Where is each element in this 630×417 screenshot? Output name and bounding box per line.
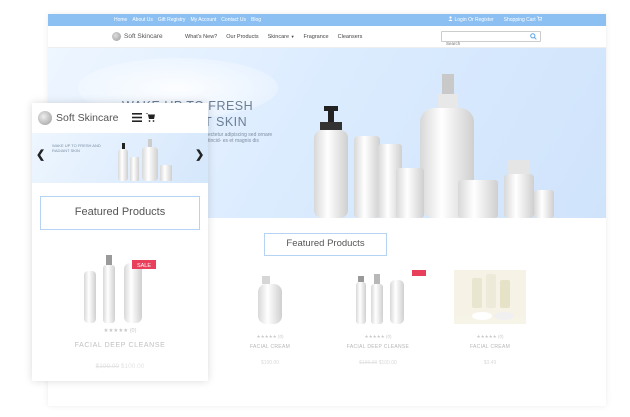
product-card[interactable]: ★★★★★ (0) FACIAL CREAM $100.00 [222, 270, 318, 366]
hamburger-menu-icon[interactable] [132, 113, 142, 122]
chevron-right-icon[interactable]: ❯ [195, 149, 204, 161]
brand-name: Soft Skincare [124, 33, 163, 40]
product-name[interactable]: FACIAL DEEP CLEANSE [330, 344, 426, 350]
featured-products-title: Featured Products [286, 238, 365, 249]
mobile-header: Soft Skincare [32, 103, 208, 133]
top-right-links: Login Or Register Shopping Cart [448, 16, 542, 24]
product-price: $199.00 $100.00 [330, 360, 426, 366]
cart-icon[interactable] [145, 112, 156, 122]
product-old-price: $199.00 [359, 360, 378, 366]
login-link[interactable]: Login Or Register [448, 16, 494, 24]
mobile-featured-products-heading: Featured Products [40, 196, 200, 230]
top-link-gift-registry[interactable]: Gift Registry [158, 16, 186, 24]
rating-count: (0) [497, 334, 504, 339]
mobile-product-rating: ★★★★★ (0) [32, 328, 208, 334]
mobile-product-name[interactable]: FACIAL DEEP CLEANSE [32, 342, 208, 349]
mobile-brand-logo[interactable]: Soft Skincare [38, 111, 118, 125]
nav-item-fragrance[interactable]: Fragrance [304, 34, 329, 40]
mobile-hero-text: WAKE UP TO FRESH AND RADIANT SKIN [52, 143, 101, 153]
nav-menu: What's New? Our Products Skincare ▼ Frag… [185, 34, 362, 40]
mobile-brand-name: Soft Skincare [56, 112, 119, 124]
star-rating-icon: ★★★★★ [256, 334, 277, 339]
cart-icon [537, 16, 542, 21]
product-rating: ★★★★★ (0) [442, 334, 538, 340]
user-icon [448, 16, 453, 21]
rating-count: (0) [277, 334, 284, 339]
logo-mark-icon [112, 32, 121, 41]
mobile-hero-banner: ❮ WAKE UP TO FRESH AND RADIANT SKIN ❯ [32, 133, 208, 183]
shopping-cart-label: Shopping Cart [503, 17, 536, 23]
product-bottles-image [314, 74, 554, 218]
top-links: Home About Us Gift Registry My Account C… [114, 16, 261, 24]
product-card[interactable]: ★★★★★ (0) FACIAL CREAM $3.49 [442, 270, 538, 366]
top-link-contact[interactable]: Contact Us [221, 16, 246, 24]
product-rating: ★★★★★ (0) [222, 334, 318, 340]
chevron-down-icon: ▼ [290, 34, 295, 39]
nav-item-cleansers[interactable]: Cleansers [338, 34, 363, 40]
top-link-my-account[interactable]: My Account [190, 16, 216, 24]
hero-body-text: ectetur adipiscing sed ornare tincid- es… [208, 132, 273, 144]
nav-item-our-products[interactable]: Our Products [226, 34, 258, 40]
product-card[interactable]: ★★★★★ (0) FACIAL DEEP CLEANSE $199.00 $1… [330, 270, 428, 366]
featured-products-heading: Featured Products [264, 233, 387, 256]
rating-count: (0) [129, 328, 137, 334]
star-rating-icon: ★★★★★ [364, 334, 385, 339]
product-bottles-image [118, 139, 172, 181]
rating-count: (0) [385, 334, 392, 339]
nav-item-whats-new[interactable]: What's New? [185, 34, 217, 40]
search-box [441, 31, 541, 48]
mobile-product-price: $199.00 $100.00 [32, 363, 208, 370]
product-price: $100.00 [260, 360, 280, 366]
star-rating-icon: ★★★★★ [476, 334, 497, 339]
logo-mark-icon [38, 111, 52, 125]
product-image [454, 270, 526, 324]
product-rating: ★★★★★ (0) [330, 334, 426, 340]
top-link-blog[interactable]: Blog [251, 16, 261, 24]
mobile-featured-products-title: Featured Products [74, 206, 166, 218]
top-link-home[interactable]: Home [114, 16, 127, 24]
search-input[interactable] [442, 39, 522, 48]
shopping-cart-link[interactable]: Shopping Cart [504, 16, 542, 24]
sale-badge [412, 270, 428, 276]
mobile-product-image[interactable]: SALE [76, 249, 166, 325]
main-navigation: Soft Skincare What's New? Our Products S… [48, 26, 606, 48]
mobile-product-old-price: $199.00 [95, 363, 120, 370]
product-price: $3.49 [483, 360, 497, 366]
top-utility-bar: Home About Us Gift Registry My Account C… [48, 14, 606, 26]
product-sale-price: $100.00 [378, 360, 397, 366]
product-image [356, 270, 428, 324]
login-label: Login Or Register [454, 17, 494, 23]
star-rating-icon: ★★★★★ [103, 328, 129, 334]
top-link-about[interactable]: About Us [132, 16, 153, 24]
mobile-product-sale-price: $100.00 [120, 363, 145, 370]
sale-badge-label: SALE [137, 263, 151, 269]
chevron-left-icon[interactable]: ❮ [36, 149, 45, 161]
mobile-mockup: Soft Skincare ❮ WAKE UP TO FRESH AND RAD… [32, 103, 208, 381]
search-icon[interactable] [530, 33, 537, 40]
nav-item-skincare-label: Skincare [267, 34, 290, 40]
product-name[interactable]: FACIAL CREAM [442, 344, 538, 350]
product-image [258, 276, 282, 324]
product-name[interactable]: FACIAL CREAM [222, 344, 318, 350]
brand-logo[interactable]: Soft Skincare [112, 32, 163, 41]
nav-item-skincare[interactable]: Skincare ▼ [268, 34, 295, 40]
